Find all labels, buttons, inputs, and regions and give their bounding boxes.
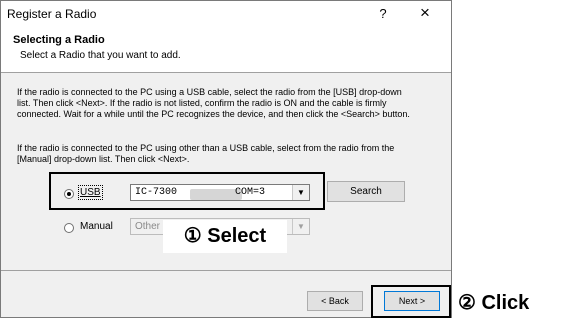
footer-divider bbox=[1, 270, 451, 271]
manual-radio-button[interactable] bbox=[64, 223, 74, 233]
screenshot-stage: Register a Radio ? × Selecting a Radio S… bbox=[0, 0, 572, 321]
usb-instructions: If the radio is connected to the PC usin… bbox=[17, 87, 410, 119]
manual-dropdown-value: Other bbox=[135, 221, 161, 232]
manual-radio-label[interactable]: Manual bbox=[80, 221, 113, 232]
page-title: Selecting a Radio bbox=[13, 34, 105, 46]
select-callout: ① Select bbox=[163, 220, 287, 253]
com-port-text: COM=3 bbox=[235, 187, 266, 198]
chevron-down-icon[interactable]: ▼ bbox=[292, 185, 309, 200]
help-button[interactable]: ? bbox=[372, 6, 394, 24]
manual-instructions: If the radio is connected to the PC usin… bbox=[17, 143, 395, 164]
back-button[interactable]: < Back bbox=[307, 291, 363, 311]
usb-dropdown-value: IC-7300 COM=3 bbox=[135, 187, 265, 200]
header-divider bbox=[1, 72, 451, 73]
usb-radio-button[interactable] bbox=[64, 189, 74, 199]
page-subtitle: Select a Radio that you want to add. bbox=[20, 50, 181, 61]
usb-radio-dropdown[interactable]: IC-7300 COM=3 ▼ bbox=[130, 184, 310, 201]
usb-radio-label[interactable]: USB bbox=[78, 185, 103, 200]
click-callout: ② Click bbox=[458, 292, 530, 314]
radio-model-text: IC-7300 bbox=[135, 187, 178, 198]
chevron-down-icon: ▼ bbox=[292, 219, 309, 234]
register-radio-dialog: Register a Radio ? × Selecting a Radio S… bbox=[0, 0, 452, 318]
click-highlight-frame bbox=[371, 285, 451, 318]
search-button[interactable]: Search bbox=[327, 181, 405, 202]
close-button[interactable]: × bbox=[408, 3, 442, 25]
window-title: Register a Radio bbox=[7, 7, 97, 21]
title-bar: Register a Radio ? × bbox=[1, 1, 451, 30]
wizard-header: Selecting a Radio Select a Radio that yo… bbox=[1, 30, 451, 72]
